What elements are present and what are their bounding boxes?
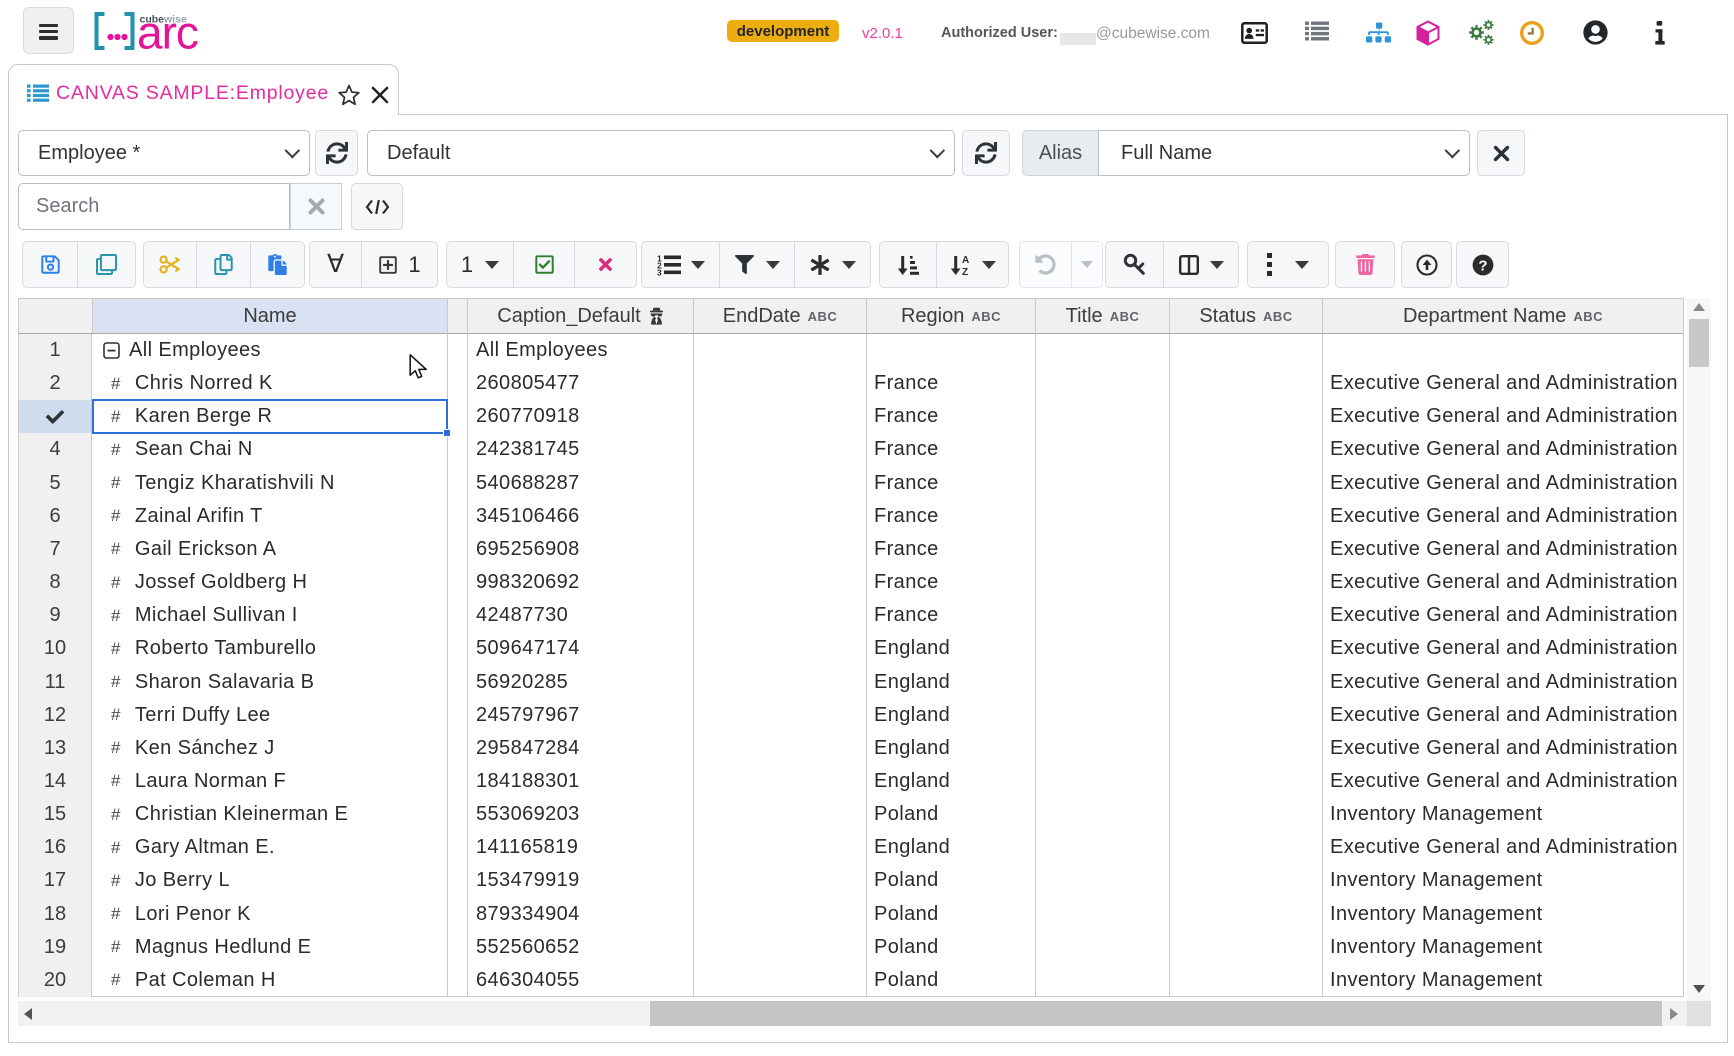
svg-text:arc: arc [137,7,198,57]
svg-text:A: A [962,255,969,266]
svg-text:3: 3 [657,267,662,276]
svg-text:Z: Z [962,267,968,276]
svg-text:?: ? [1478,257,1487,274]
